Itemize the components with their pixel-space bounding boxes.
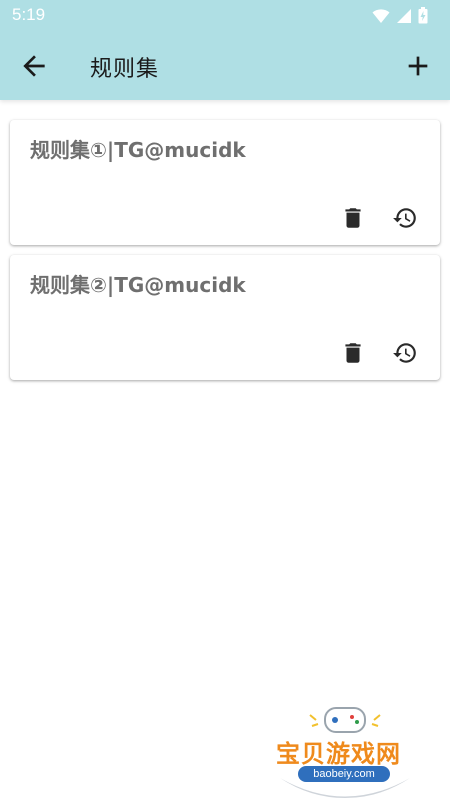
status-icons: [372, 7, 428, 24]
battery-icon: [418, 7, 428, 24]
delete-button[interactable]: [340, 342, 366, 368]
history-icon: [392, 205, 418, 235]
watermark-logo: 宝贝游戏网 baobeiy.com: [270, 700, 420, 800]
page-title: 规则集: [90, 57, 160, 82]
status-time: 5:19: [12, 5, 46, 24]
delete-icon: [340, 205, 366, 235]
history-button[interactable]: [392, 342, 418, 368]
rule-set-card[interactable]: 规则集②|TG@mucidk: [10, 255, 440, 380]
top-bar: 5:19 规则集: [0, 0, 450, 100]
app-bar: 规则集: [0, 32, 450, 100]
card-actions: [340, 207, 418, 233]
rule-set-card[interactable]: 规则集①|TG@mucidk: [10, 120, 440, 245]
watermark-text: 宝贝游戏网: [276, 740, 401, 768]
add-rule-set-button[interactable]: [402, 50, 434, 82]
status-bar: 5:19: [0, 0, 450, 32]
history-button[interactable]: [392, 207, 418, 233]
plus-icon: [402, 56, 434, 86]
signal-icon: [396, 8, 412, 24]
history-icon: [392, 340, 418, 370]
rule-set-title: 规则集①|TG@mucidk: [30, 138, 246, 162]
arrow-back-icon: [18, 55, 50, 86]
rule-set-title: 规则集②|TG@mucidk: [30, 273, 246, 297]
delete-button[interactable]: [340, 207, 366, 233]
watermark-url: baobeiy.com: [298, 766, 390, 782]
back-button[interactable]: [18, 50, 50, 82]
card-actions: [340, 342, 418, 368]
delete-icon: [340, 340, 366, 370]
wifi-icon: [372, 8, 390, 24]
